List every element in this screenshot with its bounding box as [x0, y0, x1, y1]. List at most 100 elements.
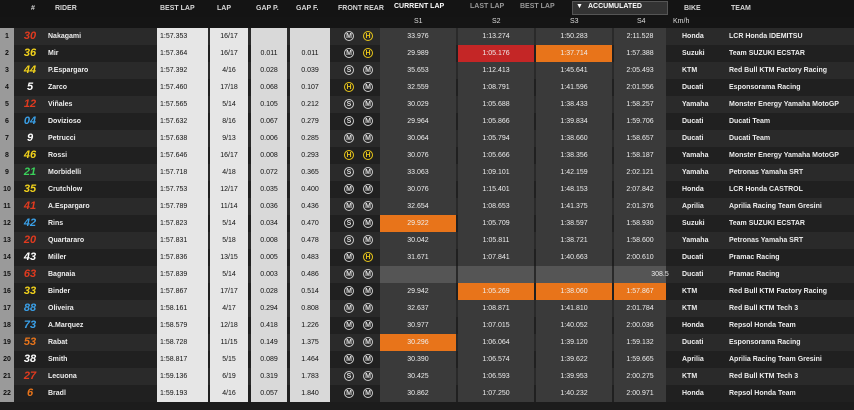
cell-bike: Ducati [682, 135, 704, 142]
table-row[interactable]: 15 63 Bagnaia 1:57.839 5/14 0.003 0.486 M M 308.5… [0, 266, 854, 283]
cell-gf: 1.464 [290, 351, 330, 368]
cell-best: 1:57.836 [157, 249, 208, 266]
rear-tyre-icon: M [363, 218, 373, 228]
cell-s1: 29.942 [380, 283, 456, 300]
cell-gp: 0.028 [251, 62, 287, 79]
table-row[interactable]: 4 5 Zarco 1:57.460 17/18 0.068 0.107 H M 32.559 1:… [0, 79, 854, 96]
cell-gf: 0.212 [290, 96, 330, 113]
cell-bike: KTM [682, 67, 698, 74]
front-tyre-icon: S [344, 116, 354, 126]
cell-lap: 5/15 [210, 351, 248, 368]
tab-last-lap[interactable]: LAST LAP [470, 3, 504, 10]
rear-tyre-icon: M [363, 320, 373, 330]
rear-tyre-icon: M [363, 388, 373, 398]
table-row[interactable]: 11 41 A.Espargaro 1:57.789 11/14 0.036 0.436 M M… [0, 198, 854, 215]
front-tyre-icon: S [344, 235, 354, 245]
cell-best: 1:57.753 [157, 181, 208, 198]
cell-num: 88 [23, 302, 37, 314]
table-row[interactable]: 8 46 Rossi 1:57.646 16/17 0.008 0.293 H H 30.076 1… [0, 147, 854, 164]
tab-best-lap[interactable]: BEST LAP [520, 3, 555, 10]
cell-bike: Yamaha [682, 101, 709, 108]
cell-s3: 1:38.433 [536, 96, 612, 113]
cell-pos: 4 [0, 79, 14, 96]
front-tyre-icon: M [344, 388, 354, 398]
cell-s3: 1:42.159 [536, 164, 612, 181]
cell-bike: Ducati [682, 339, 704, 346]
cell-lap: 11/15 [210, 334, 248, 351]
cell-lap: 17/18 [210, 79, 248, 96]
table-row[interactable]: 9 21 Morbidelli 1:57.718 4/18 0.072 0.365 S M 33.… [0, 164, 854, 181]
table-row[interactable]: 16 33 Binder 1:57.867 17/17 0.028 0.514 M M 29.94… [0, 283, 854, 300]
cell-gf: 0.039 [290, 62, 330, 79]
cell-num: 5 [26, 81, 34, 93]
cell-pos: 8 [0, 147, 14, 164]
rear-tyre-icon: M [363, 235, 373, 245]
table-row[interactable]: 20 38 Smith 1:58.817 5/15 0.089 1.464 M M 30.390 1… [0, 351, 854, 368]
front-tyre-icon: H [344, 82, 354, 92]
cell-s1: 32.559 [380, 79, 456, 96]
cell-s4: 2:00.275 [614, 368, 666, 385]
cell-bike: KTM [682, 305, 698, 312]
cell-s1: 29.989 [380, 45, 456, 62]
table-row[interactable]: 21 27 Lecuona 1:59.136 6/19 0.319 1.783 S M 30.42… [0, 368, 854, 385]
cell-team: Petronas Yamaha SRT [729, 237, 804, 244]
table-row[interactable]: 6 04 Dovizioso 1:57.632 8/16 0.067 0.279 S M 29.9… [0, 113, 854, 130]
table-row[interactable]: 17 88 Oliveira 1:58.161 4/17 0.294 0.808 M M 32.6… [0, 300, 854, 317]
cell-s2 [458, 266, 534, 283]
table-row[interactable]: 14 43 Miller 1:57.836 13/15 0.005 0.483 M H 31.67… [0, 249, 854, 266]
cell-gf: 0.011 [290, 45, 330, 62]
tab-current-lap[interactable]: CURRENT LAP [394, 3, 444, 10]
cell-pos: 3 [0, 62, 14, 79]
cell-s2: 1:09.101 [458, 164, 534, 181]
cell-gp: 0.005 [251, 249, 287, 266]
cell-gf: 1.783 [290, 368, 330, 385]
cell-num: 36 [23, 47, 37, 59]
cell-rider: Oliveira [48, 305, 74, 312]
cell-gp: 0.089 [251, 351, 287, 368]
cell-s2: 1:05.176 [458, 45, 534, 62]
cell-s1: 30.029 [380, 96, 456, 113]
rear-tyre-icon: H [363, 31, 373, 41]
cell-gf: 0.478 [290, 232, 330, 249]
cell-s2: 1:06.064 [458, 334, 534, 351]
table-row[interactable]: 10 35 Crutchlow 1:57.753 12/17 0.035 0.400 M M 30… [0, 181, 854, 198]
table-row[interactable]: 13 20 Quartararo 1:57.831 5/18 0.008 0.478 S M 30… [0, 232, 854, 249]
cell-num: 04 [23, 115, 37, 127]
rear-tyre-icon: M [363, 167, 373, 177]
cell-lap: 4/18 [210, 164, 248, 181]
cell-gf: 0.400 [290, 181, 330, 198]
cell-s4: 2:00.610 [614, 249, 666, 266]
table-row[interactable]: 18 73 A.Marquez 1:58.579 12/18 0.418 1.226 M M 30… [0, 317, 854, 334]
table-row[interactable]: 22 6 Bradl 1:59.193 4/16 0.057 1.840 M M 30.862 1:… [0, 385, 854, 402]
table-row[interactable]: 19 53 Rabat 1:58.728 11/15 0.149 1.375 M M 30.296… [0, 334, 854, 351]
cell-team: Repsol Honda Team [729, 390, 796, 397]
header-gap-p: GAP P. [256, 5, 279, 12]
cell-pos: 13 [0, 232, 14, 249]
cell-num: 73 [23, 319, 37, 331]
cell-s3: 1:37.714 [536, 45, 612, 62]
cell-s4: 1:58.600 [614, 232, 666, 249]
rear-tyre-icon: M [363, 133, 373, 143]
cell-team: Team SUZUKI ECSTAR [729, 220, 805, 227]
table-row[interactable]: 3 44 P.Espargaro 1:57.392 4/16 0.028 0.039 S M 35… [0, 62, 854, 79]
table-row[interactable]: 2 36 Mir 1:57.364 16/17 0.011 0.011 M H 29.989 1:0… [0, 45, 854, 62]
table-row[interactable]: 1 30 Nakagami 1:57.353 16/17 M H 33.976 1:13.274… [0, 28, 854, 45]
timing-screen: # RIDER BEST LAP LAP GAP P. GAP F. FRONT… [0, 0, 854, 410]
table-row[interactable]: 5 12 Viñales 1:57.565 5/14 0.105 0.212 S M 30.029… [0, 96, 854, 113]
cell-rider: A.Marquez [48, 322, 84, 329]
cell-lap: 5/14 [210, 215, 248, 232]
header-bike: BIKE [684, 5, 701, 12]
cell-s2: 1:05.811 [458, 232, 534, 249]
front-tyre-icon: M [344, 354, 354, 364]
cell-best: 1:59.193 [157, 385, 208, 402]
cell-s4: 1:59.665 [614, 351, 666, 368]
cell-gf: 0.514 [290, 283, 330, 300]
cell-rider: Binder [48, 288, 71, 295]
cell-lap: 12/18 [210, 317, 248, 334]
cell-best: 1:57.831 [157, 232, 208, 249]
cell-lap: 4/16 [210, 385, 248, 402]
table-row[interactable]: 7 9 Petrucci 1:57.638 9/13 0.006 0.285 M M 30.064… [0, 130, 854, 147]
cell-team: LCR Honda IDEMITSU [729, 33, 803, 40]
cell-best: 1:57.638 [157, 130, 208, 147]
table-row[interactable]: 12 42 Rins 1:57.823 5/14 0.034 0.470 S M 29.922 1:… [0, 215, 854, 232]
